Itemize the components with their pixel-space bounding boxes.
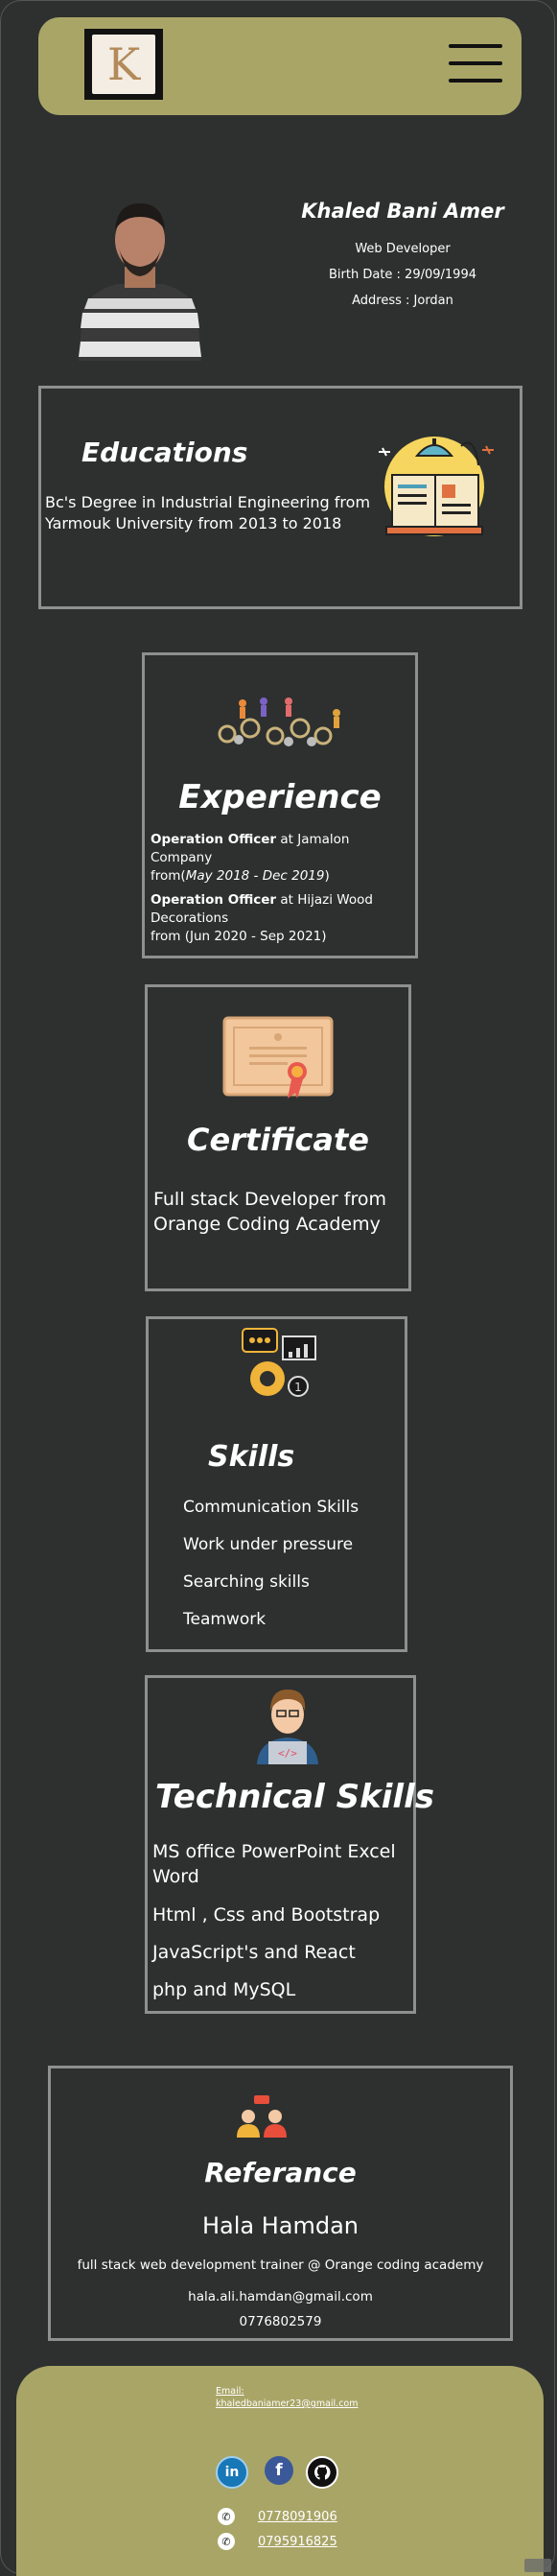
skills-card: 1 Skills Communication Skills Work under… xyxy=(146,1316,407,1652)
site-footer: Email: khaledbaniamer23@gmail.com in f ✆… xyxy=(16,2366,544,2576)
logo-letter: K xyxy=(106,38,141,90)
job-1-role: Operation Officer xyxy=(151,832,277,847)
experience-job-1: Operation Officer at Jamalon Company fro… xyxy=(151,832,350,884)
site-header: K xyxy=(38,17,522,115)
footer-phone-1[interactable]: ✆ 0778091906 xyxy=(218,2508,337,2525)
experience-job-2: Operation Officer at Hijazi Wood Decorat… xyxy=(151,891,409,946)
footer-email-label: Email: xyxy=(216,2386,244,2397)
job-1-from: from( xyxy=(151,868,186,884)
profile-info: Khaled Bani Amer Web Developer Birth Dat… xyxy=(288,200,518,319)
svg-text:</>: </> xyxy=(278,1747,297,1760)
tech-skill-item: MS office PowerPoint Excel Word xyxy=(152,1841,396,1887)
reference-name: Hala Hamdan xyxy=(201,2212,360,2239)
corner-badge xyxy=(524,2559,551,2572)
profile-birth-date: Birth Date : 29/09/1994 xyxy=(329,268,476,282)
facebook-icon[interactable]: f xyxy=(265,2456,293,2485)
education-card: Educations Bc's Degree in Industrial Eng… xyxy=(38,386,522,609)
reference-email: hala.ali.hamdan@gmail.com xyxy=(188,2289,373,2304)
profile-address: Address : Jordan xyxy=(352,294,453,308)
gears-people-icon xyxy=(218,697,340,746)
experience-card: Experience Operation Officer at Jamalon … xyxy=(142,652,418,958)
footer-email-address[interactable]: khaledbaniamer23@gmail.com xyxy=(216,2399,358,2409)
phone-icon: ✆ xyxy=(218,2533,235,2550)
profile-title: Web Developer xyxy=(355,242,451,256)
technical-skills-card: </> Technical Skills MS office PowerPoin… xyxy=(145,1675,434,2014)
skill-item: Teamwork xyxy=(183,1610,267,1629)
education-text: Bc's Degree in Industrial Engineering fr… xyxy=(45,493,371,532)
job-2-role: Operation Officer xyxy=(151,892,277,908)
footer-phone-2[interactable]: ✆ 0795916825 xyxy=(218,2533,337,2550)
technical-skills-title: Technical Skills xyxy=(155,1778,434,1816)
skills-gear-chart-icon: 1 xyxy=(242,1328,316,1397)
skill-item: Communication Skills xyxy=(183,1498,360,1517)
job-1-dates: May 2018 - Dec 2019 xyxy=(185,868,325,884)
tech-skill-item: php and MySQL xyxy=(152,1979,296,2000)
skill-item: Work under pressure xyxy=(183,1535,354,1554)
certificate-icon xyxy=(222,1016,334,1099)
tech-skill-item: JavaScript's and React xyxy=(152,1942,356,1963)
books-lamp-icon xyxy=(379,437,494,536)
phone-icon: ✆ xyxy=(218,2508,235,2525)
hamburger-menu-icon[interactable] xyxy=(449,44,502,83)
experience-title: Experience xyxy=(178,778,382,816)
logo[interactable]: K xyxy=(84,29,163,100)
reference-phone: 0776802579 xyxy=(239,2314,322,2329)
reference-title: Referance xyxy=(204,2157,357,2188)
developer-laptop-icon: </> xyxy=(257,1690,318,1764)
people-chat-icon xyxy=(237,2095,287,2138)
linkedin-icon[interactable]: in xyxy=(216,2456,248,2489)
tech-skill-item: Html , Css and Bootstrap xyxy=(152,1904,381,1926)
svg-text:1: 1 xyxy=(294,1381,302,1394)
reference-role: full stack web development trainer @ Ora… xyxy=(77,2257,484,2273)
footer-email[interactable]: Email: khaledbaniamer23@gmail.com xyxy=(216,2385,358,2410)
skills-title: Skills xyxy=(208,1440,295,1474)
education-title: Educations xyxy=(81,437,248,468)
certificate-text: Full stack Developer from Orange Coding … xyxy=(153,1189,386,1235)
github-icon[interactable] xyxy=(306,2456,338,2489)
skill-item: Searching skills xyxy=(183,1572,310,1592)
profile-photo xyxy=(69,188,211,361)
certificate-title: Certificate xyxy=(187,1122,369,1158)
certificate-card: Certificate Full stack Developer from Or… xyxy=(145,984,411,1291)
job-2-dates: from (Jun 2020 - Sep 2021) xyxy=(151,929,327,944)
reference-card: Referance Hala Hamdan full stack web dev… xyxy=(48,2066,513,2341)
profile-name: Khaled Bani Amer xyxy=(301,200,504,223)
